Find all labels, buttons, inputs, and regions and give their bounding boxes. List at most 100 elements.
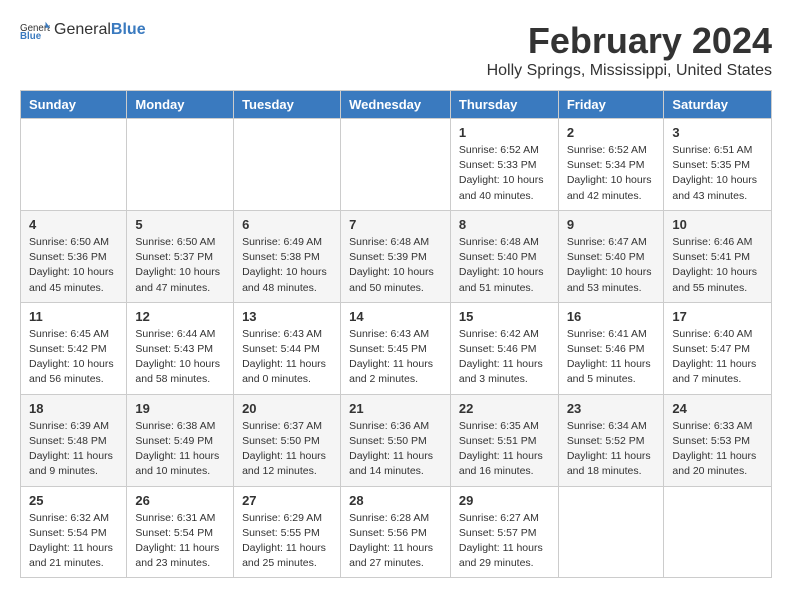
day-number: 6 <box>242 217 332 232</box>
main-title: February 2024 <box>487 20 772 62</box>
page-header: General Blue General Blue February 2024 … <box>20 20 772 80</box>
calendar-cell <box>127 119 234 211</box>
calendar-cell <box>21 119 127 211</box>
day-info: Sunrise: 6:36 AMSunset: 5:50 PMDaylight:… <box>349 419 442 480</box>
calendar-cell: 28 Sunrise: 6:28 AMSunset: 5:56 PMDayligh… <box>341 486 451 578</box>
calendar-cell: 8Sunrise: 6:48 AMSunset: 5:40 PMDaylight… <box>450 210 558 302</box>
calendar-week-3: 11 Sunrise: 6:45 AMSunset: 5:42 PMDayligh… <box>21 302 772 394</box>
calendar-cell: 3Sunrise: 6:51 AMSunset: 5:35 PMDaylight… <box>664 119 772 211</box>
day-info: Sunrise: 6:40 AMSunset: 5:47 PMDaylight:… <box>672 327 763 388</box>
calendar-header: SundayMondayTuesdayWednesdayThursdayFrid… <box>21 91 772 119</box>
calendar-cell: 5 Sunrise: 6:50 AMSunset: 5:37 PMDaylight… <box>127 210 234 302</box>
logo-text-blue: Blue <box>111 21 146 39</box>
day-number: 22 <box>459 401 550 416</box>
day-number: 24 <box>672 401 763 416</box>
calendar-cell: 18Sunrise: 6:39 AMSunset: 5:48 PMDayligh… <box>21 394 127 486</box>
calendar-cell: 13Sunrise: 6:43 AMSunset: 5:44 PMDayligh… <box>234 302 341 394</box>
calendar-cell: 19 Sunrise: 6:38 AMSunset: 5:49 PMDayligh… <box>127 394 234 486</box>
day-number: 21 <box>349 401 442 416</box>
calendar-header-sunday: Sunday <box>21 91 127 119</box>
day-number: 18 <box>29 401 118 416</box>
day-number: 27 <box>242 493 332 508</box>
day-info: Sunrise: 6:38 AMSunset: 5:49 PMDaylight:… <box>135 419 225 480</box>
calendar-cell: 12Sunrise: 6:44 AMSunset: 5:43 PMDayligh… <box>127 302 234 394</box>
calendar-cell: 15Sunrise: 6:42 AMSunset: 5:46 PMDayligh… <box>450 302 558 394</box>
svg-text:Blue: Blue <box>20 31 42 40</box>
day-info: Sunrise: 6:32 AMSunset: 5:54 PMDaylight:… <box>29 511 118 572</box>
calendar-cell <box>341 119 451 211</box>
day-info: Sunrise: 6:46 AMSunset: 5:41 PMDaylight:… <box>672 235 763 296</box>
calendar-cell: 4 Sunrise: 6:50 AMSunset: 5:36 PMDaylight… <box>21 210 127 302</box>
day-number: 20 <box>242 401 332 416</box>
day-info: Sunrise: 6:33 AMSunset: 5:53 PMDaylight:… <box>672 419 763 480</box>
day-number: 4 <box>29 217 118 232</box>
day-info: Sunrise: 6:49 AMSunset: 5:38 PMDaylight:… <box>242 235 332 296</box>
calendar-cell: 1 Sunrise: 6:52 AMSunset: 5:33 PMDaylight… <box>450 119 558 211</box>
calendar-week-4: 18Sunrise: 6:39 AMSunset: 5:48 PMDayligh… <box>21 394 772 486</box>
day-number: 11 <box>29 309 118 324</box>
calendar-cell: 17Sunrise: 6:40 AMSunset: 5:47 PMDayligh… <box>664 302 772 394</box>
calendar-cell: 16 Sunrise: 6:41 AMSunset: 5:46 PMDayligh… <box>558 302 664 394</box>
calendar-cell <box>664 486 772 578</box>
day-info: Sunrise: 6:48 AMSunset: 5:40 PMDaylight:… <box>459 235 550 296</box>
calendar-cell: 2 Sunrise: 6:52 AMSunset: 5:34 PMDaylight… <box>558 119 664 211</box>
day-info: Sunrise: 6:45 AMSunset: 5:42 PMDaylight:… <box>29 327 118 388</box>
day-number: 9 <box>567 217 656 232</box>
day-number: 2 <box>567 125 656 140</box>
day-number: 14 <box>349 309 442 324</box>
day-info: Sunrise: 6:50 AMSunset: 5:37 PMDaylight:… <box>135 235 225 296</box>
day-info: Sunrise: 6:34 AMSunset: 5:52 PMDaylight:… <box>567 419 656 480</box>
day-info: Sunrise: 6:35 AMSunset: 5:51 PMDaylight:… <box>459 419 550 480</box>
calendar-cell: 7 Sunrise: 6:48 AMSunset: 5:39 PMDaylight… <box>341 210 451 302</box>
day-info: Sunrise: 6:43 AMSunset: 5:45 PMDaylight:… <box>349 327 442 388</box>
subtitle: Holly Springs, Mississippi, United State… <box>487 62 772 80</box>
calendar-cell: 27 Sunrise: 6:29 AMSunset: 5:55 PMDayligh… <box>234 486 341 578</box>
calendar-cell: 26 Sunrise: 6:31 AMSunset: 5:54 PMDayligh… <box>127 486 234 578</box>
calendar-week-1: 1 Sunrise: 6:52 AMSunset: 5:33 PMDaylight… <box>21 119 772 211</box>
calendar-header-wednesday: Wednesday <box>341 91 451 119</box>
day-info: Sunrise: 6:52 AMSunset: 5:33 PMDaylight:… <box>459 143 550 204</box>
calendar-cell: 23 Sunrise: 6:34 AMSunset: 5:52 PMDayligh… <box>558 394 664 486</box>
day-number: 19 <box>135 401 225 416</box>
calendar-cell: 22 Sunrise: 6:35 AMSunset: 5:51 PMDayligh… <box>450 394 558 486</box>
day-info: Sunrise: 6:31 AMSunset: 5:54 PMDaylight:… <box>135 511 225 572</box>
calendar-cell: 20 Sunrise: 6:37 AMSunset: 5:50 PMDayligh… <box>234 394 341 486</box>
day-number: 5 <box>135 217 225 232</box>
calendar-cell: 24 Sunrise: 6:33 AMSunset: 5:53 PMDayligh… <box>664 394 772 486</box>
day-number: 26 <box>135 493 225 508</box>
day-info: Sunrise: 6:50 AMSunset: 5:36 PMDaylight:… <box>29 235 118 296</box>
calendar-week-5: 25 Sunrise: 6:32 AMSunset: 5:54 PMDayligh… <box>21 486 772 578</box>
logo: General Blue General Blue <box>20 20 146 40</box>
day-number: 13 <box>242 309 332 324</box>
calendar-cell <box>234 119 341 211</box>
day-info: Sunrise: 6:52 AMSunset: 5:34 PMDaylight:… <box>567 143 656 204</box>
calendar-header-thursday: Thursday <box>450 91 558 119</box>
day-info: Sunrise: 6:47 AMSunset: 5:40 PMDaylight:… <box>567 235 656 296</box>
calendar-header-friday: Friday <box>558 91 664 119</box>
day-number: 1 <box>459 125 550 140</box>
calendar-header-tuesday: Tuesday <box>234 91 341 119</box>
calendar-cell: 9 Sunrise: 6:47 AMSunset: 5:40 PMDaylight… <box>558 210 664 302</box>
day-info: Sunrise: 6:29 AMSunset: 5:55 PMDaylight:… <box>242 511 332 572</box>
calendar-cell: 14 Sunrise: 6:43 AMSunset: 5:45 PMDayligh… <box>341 302 451 394</box>
day-info: Sunrise: 6:27 AMSunset: 5:57 PMDaylight:… <box>459 511 550 572</box>
calendar-table: SundayMondayTuesdayWednesdayThursdayFrid… <box>20 90 772 578</box>
day-number: 16 <box>567 309 656 324</box>
logo-text-general: General <box>54 21 111 39</box>
calendar-cell: 25 Sunrise: 6:32 AMSunset: 5:54 PMDayligh… <box>21 486 127 578</box>
calendar-cell: 6 Sunrise: 6:49 AMSunset: 5:38 PMDaylight… <box>234 210 341 302</box>
day-number: 3 <box>672 125 763 140</box>
day-number: 25 <box>29 493 118 508</box>
logo-icon: General Blue <box>20 20 50 40</box>
calendar-week-2: 4 Sunrise: 6:50 AMSunset: 5:36 PMDaylight… <box>21 210 772 302</box>
day-info: Sunrise: 6:37 AMSunset: 5:50 PMDaylight:… <box>242 419 332 480</box>
day-info: Sunrise: 6:41 AMSunset: 5:46 PMDaylight:… <box>567 327 656 388</box>
day-info: Sunrise: 6:48 AMSunset: 5:39 PMDaylight:… <box>349 235 442 296</box>
day-number: 7 <box>349 217 442 232</box>
day-number: 23 <box>567 401 656 416</box>
calendar-header-monday: Monday <box>127 91 234 119</box>
title-block: February 2024 Holly Springs, Mississippi… <box>487 20 772 80</box>
day-number: 28 <box>349 493 442 508</box>
day-info: Sunrise: 6:28 AMSunset: 5:56 PMDaylight:… <box>349 511 442 572</box>
calendar-cell: 29Sunrise: 6:27 AMSunset: 5:57 PMDayligh… <box>450 486 558 578</box>
